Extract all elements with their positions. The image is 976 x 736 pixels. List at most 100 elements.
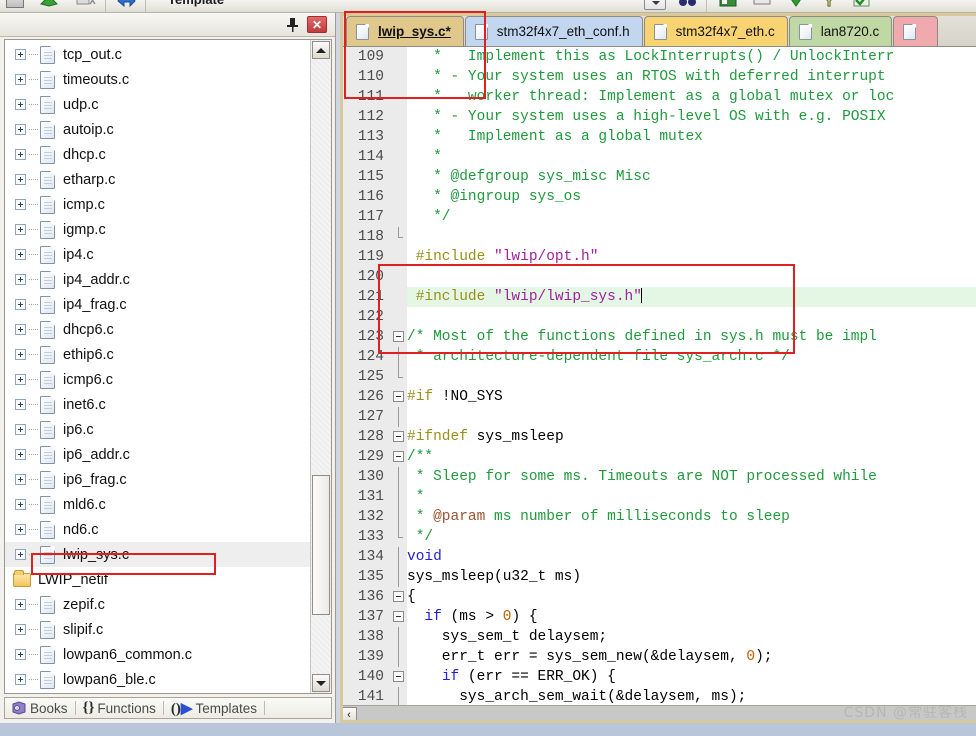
close-icon[interactable]: ✕ — [307, 16, 327, 33]
tree-file-item[interactable]: dhcp.c — [5, 142, 312, 167]
tree-file-item[interactable]: mld6.c — [5, 492, 312, 517]
fold-column[interactable] — [390, 527, 407, 547]
code-line[interactable]: 138 sys_sem_t delaysem; — [340, 627, 976, 647]
fold-column[interactable] — [390, 667, 407, 687]
expand-toggle-icon[interactable] — [15, 124, 26, 135]
code-line[interactable]: 111 * worker thread: Implement as a glob… — [340, 87, 976, 107]
fold-column[interactable] — [390, 347, 407, 367]
tree-file-item[interactable]: etharp.c — [5, 167, 312, 192]
editor-tab[interactable]: stm32f4x7_eth.c — [643, 16, 788, 46]
code-line[interactable]: 119 #include "lwip/opt.h" — [340, 247, 976, 267]
tree-file-item[interactable]: dhcp6.c — [5, 317, 312, 342]
expand-toggle-icon[interactable] — [15, 649, 26, 660]
editor-horizontal-scrollbar[interactable]: ‹ CSDN @常驻客栈 — [340, 705, 976, 723]
fold-column[interactable] — [390, 167, 407, 187]
code-line[interactable]: 118 — [340, 227, 976, 247]
expand-toggle-icon[interactable] — [15, 149, 26, 160]
expand-toggle-icon[interactable] — [15, 399, 26, 410]
fold-column[interactable] — [390, 247, 407, 267]
fold-column[interactable] — [390, 507, 407, 527]
fold-collapse-icon[interactable] — [393, 431, 404, 442]
code-line[interactable]: 126 #if !NO_SYS — [340, 387, 976, 407]
fold-column[interactable] — [390, 627, 407, 647]
tree-file-item[interactable]: lowpan6_ble.c — [5, 667, 312, 692]
editor-tab[interactable] — [893, 16, 939, 46]
expand-toggle-icon[interactable] — [15, 249, 26, 260]
toolbar-dropdown[interactable] — [644, 0, 666, 10]
code-line[interactable]: 134 void — [340, 547, 976, 567]
fold-collapse-icon[interactable] — [393, 391, 404, 402]
expand-toggle-icon[interactable] — [15, 74, 26, 85]
fold-collapse-icon[interactable] — [393, 611, 404, 622]
scroll-down-button[interactable] — [312, 674, 330, 692]
code-line[interactable]: 122 — [340, 307, 976, 327]
green-down-icon[interactable] — [786, 0, 804, 9]
fold-column[interactable] — [390, 447, 407, 467]
expand-toggle-icon[interactable] — [15, 474, 26, 485]
tree-file-item[interactable]: ip6.c — [5, 417, 312, 442]
code-line[interactable]: 110 * - Your system uses an RTOS with de… — [340, 67, 976, 87]
expand-toggle-icon[interactable] — [15, 549, 26, 560]
code-line[interactable]: 140 if (err == ERR_OK) { — [340, 667, 976, 687]
panel-tab-books[interactable]: ? Books — [5, 698, 75, 718]
binoculars-icon[interactable] — [678, 0, 696, 9]
fold-column[interactable] — [390, 127, 407, 147]
fold-column[interactable] — [390, 307, 407, 327]
fold-collapse-icon[interactable] — [393, 331, 404, 342]
fold-column[interactable] — [390, 587, 407, 607]
code-line[interactable]: 114 * — [340, 147, 976, 167]
fold-column[interactable] — [390, 267, 407, 287]
tree-file-item[interactable]: lowpan6_common.c — [5, 642, 312, 667]
tree-file-item[interactable]: nd6.c — [5, 517, 312, 542]
code-line[interactable]: 121 #include "lwip/lwip_sys.h" — [340, 287, 976, 307]
expand-toggle-icon[interactable] — [15, 324, 26, 335]
fold-collapse-icon[interactable] — [393, 591, 404, 602]
code-line[interactable]: 131 * — [340, 487, 976, 507]
file-tree[interactable]: tcp_out.c timeouts.c udp.c autoip.c dhcp.c et… — [5, 40, 312, 693]
fold-column[interactable] — [390, 487, 407, 507]
fold-column[interactable] — [390, 387, 407, 407]
expand-toggle-icon[interactable] — [15, 524, 26, 535]
tree-file-item[interactable]: icmp.c — [5, 192, 312, 217]
code-line[interactable]: 116 * @ingroup sys_os — [340, 187, 976, 207]
erase-icon[interactable] — [76, 0, 96, 10]
expand-toggle-icon[interactable] — [15, 224, 26, 235]
pin-icon[interactable] — [283, 16, 301, 34]
tree-vertical-scrollbar[interactable] — [310, 40, 331, 693]
expand-toggle-icon[interactable] — [15, 199, 26, 210]
code-line[interactable]: 141 sys_arch_sem_wait(&delaysem, ms); — [340, 687, 976, 705]
panel-tab-functions[interactable]: {} Functions — [76, 698, 163, 718]
tree-file-item[interactable]: udp.c — [5, 92, 312, 117]
hscroll-left-button[interactable]: ‹ — [341, 707, 357, 722]
code-line[interactable]: 109 * Implement this as LockInterrupts()… — [340, 47, 976, 67]
fold-column[interactable] — [390, 647, 407, 667]
tree-file-item[interactable]: ip6_frag.c — [5, 467, 312, 492]
ruler-icon[interactable] — [6, 0, 24, 8]
tree-scroll-thumb[interactable] — [312, 475, 330, 615]
tree-file-item[interactable]: lwip_sys.c — [5, 542, 312, 567]
code-line[interactable]: 127 — [340, 407, 976, 427]
expand-toggle-icon[interactable] — [15, 349, 26, 360]
fold-column[interactable] — [390, 107, 407, 127]
code-line[interactable]: 117 */ — [340, 207, 976, 227]
tree-file-item[interactable]: timeouts.c — [5, 67, 312, 92]
fold-column[interactable] — [390, 147, 407, 167]
code-line[interactable]: 120 — [340, 267, 976, 287]
code-line[interactable]: 132 * @param ms number of milliseconds t… — [340, 507, 976, 527]
editor-tab-strip[interactable]: lwip_sys.c* stm32f4x7_eth_conf.h stm32f4x7… — [340, 13, 976, 47]
expand-toggle-icon[interactable] — [15, 299, 26, 310]
code-line[interactable]: 113 * Implement as a global mutex — [340, 127, 976, 147]
expand-toggle-icon[interactable] — [15, 624, 26, 635]
fold-column[interactable] — [390, 327, 407, 347]
code-line[interactable]: 133 */ — [340, 527, 976, 547]
tree-file-item[interactable]: igmp.c — [5, 217, 312, 242]
code-line[interactable]: 130 * Sleep for some ms. Timeouts are NO… — [340, 467, 976, 487]
editor-tab[interactable]: lan8720.c — [788, 16, 893, 46]
expand-toggle-icon[interactable] — [15, 449, 26, 460]
tree-file-item[interactable]: slipif.c — [5, 617, 312, 642]
code-line[interactable]: 124 * architecture-dependent file sys_ar… — [340, 347, 976, 367]
panel-tab-templates[interactable]: ()▶ Templates — [164, 698, 264, 718]
code-line[interactable]: 136 { — [340, 587, 976, 607]
tree-file-item[interactable]: ip4_frag.c — [5, 292, 312, 317]
code-line[interactable]: 112 * - Your system uses a high-level OS… — [340, 107, 976, 127]
